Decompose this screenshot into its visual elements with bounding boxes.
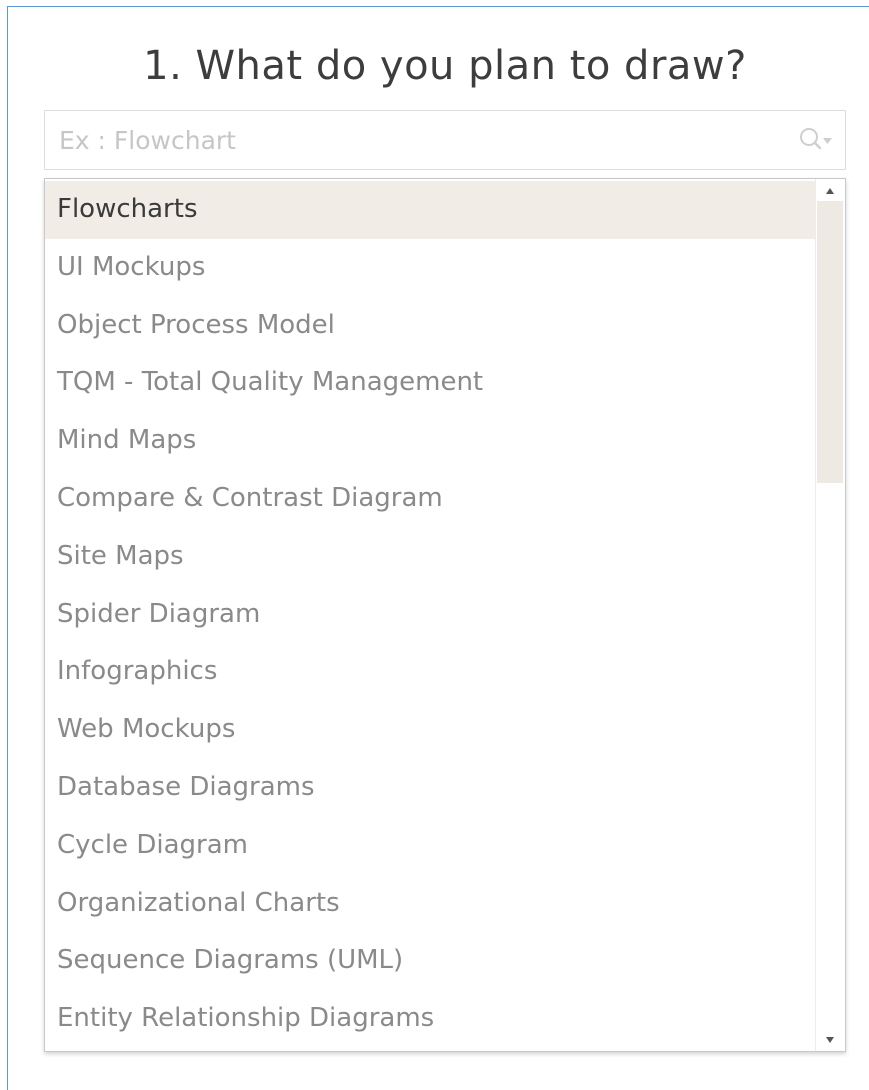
option-item[interactable]: Entity Relationship Diagrams xyxy=(45,990,815,1048)
search-icon[interactable] xyxy=(799,127,833,153)
search-combobox[interactable] xyxy=(44,110,846,170)
option-item[interactable]: Cycle Diagram xyxy=(45,817,815,875)
option-item[interactable]: Flowcharts xyxy=(45,181,815,239)
option-item[interactable]: Spider Diagram xyxy=(45,586,815,644)
options-listbox[interactable]: Flowcharts UI Mockups Object Process Model… xyxy=(44,178,846,1052)
option-item[interactable]: Web Mockups xyxy=(45,701,815,759)
scrollbar[interactable] xyxy=(815,179,845,1051)
options-list: Flowcharts UI Mockups Object Process Model… xyxy=(45,181,815,1048)
option-item[interactable]: Infographics xyxy=(45,643,815,701)
option-item[interactable]: TQM - Total Quality Management xyxy=(45,354,815,412)
option-item[interactable]: Database Diagrams xyxy=(45,759,815,817)
scroll-down-arrow-icon[interactable] xyxy=(816,1029,845,1051)
option-item[interactable]: Compare & Contrast Diagram xyxy=(45,470,815,528)
scroll-up-arrow-icon[interactable] xyxy=(816,179,845,201)
option-item[interactable]: Sequence Diagrams (UML) xyxy=(45,932,815,990)
scrollbar-thumb[interactable] xyxy=(817,201,843,483)
option-item[interactable]: Mind Maps xyxy=(45,412,815,470)
page-title: 1. What do you plan to draw? xyxy=(143,43,747,89)
option-item[interactable]: Organizational Charts xyxy=(45,875,815,933)
option-item[interactable]: Object Process Model xyxy=(45,297,815,355)
option-item[interactable]: Site Maps xyxy=(45,528,815,586)
option-item[interactable]: UI Mockups xyxy=(45,239,815,297)
search-input[interactable] xyxy=(45,111,765,169)
